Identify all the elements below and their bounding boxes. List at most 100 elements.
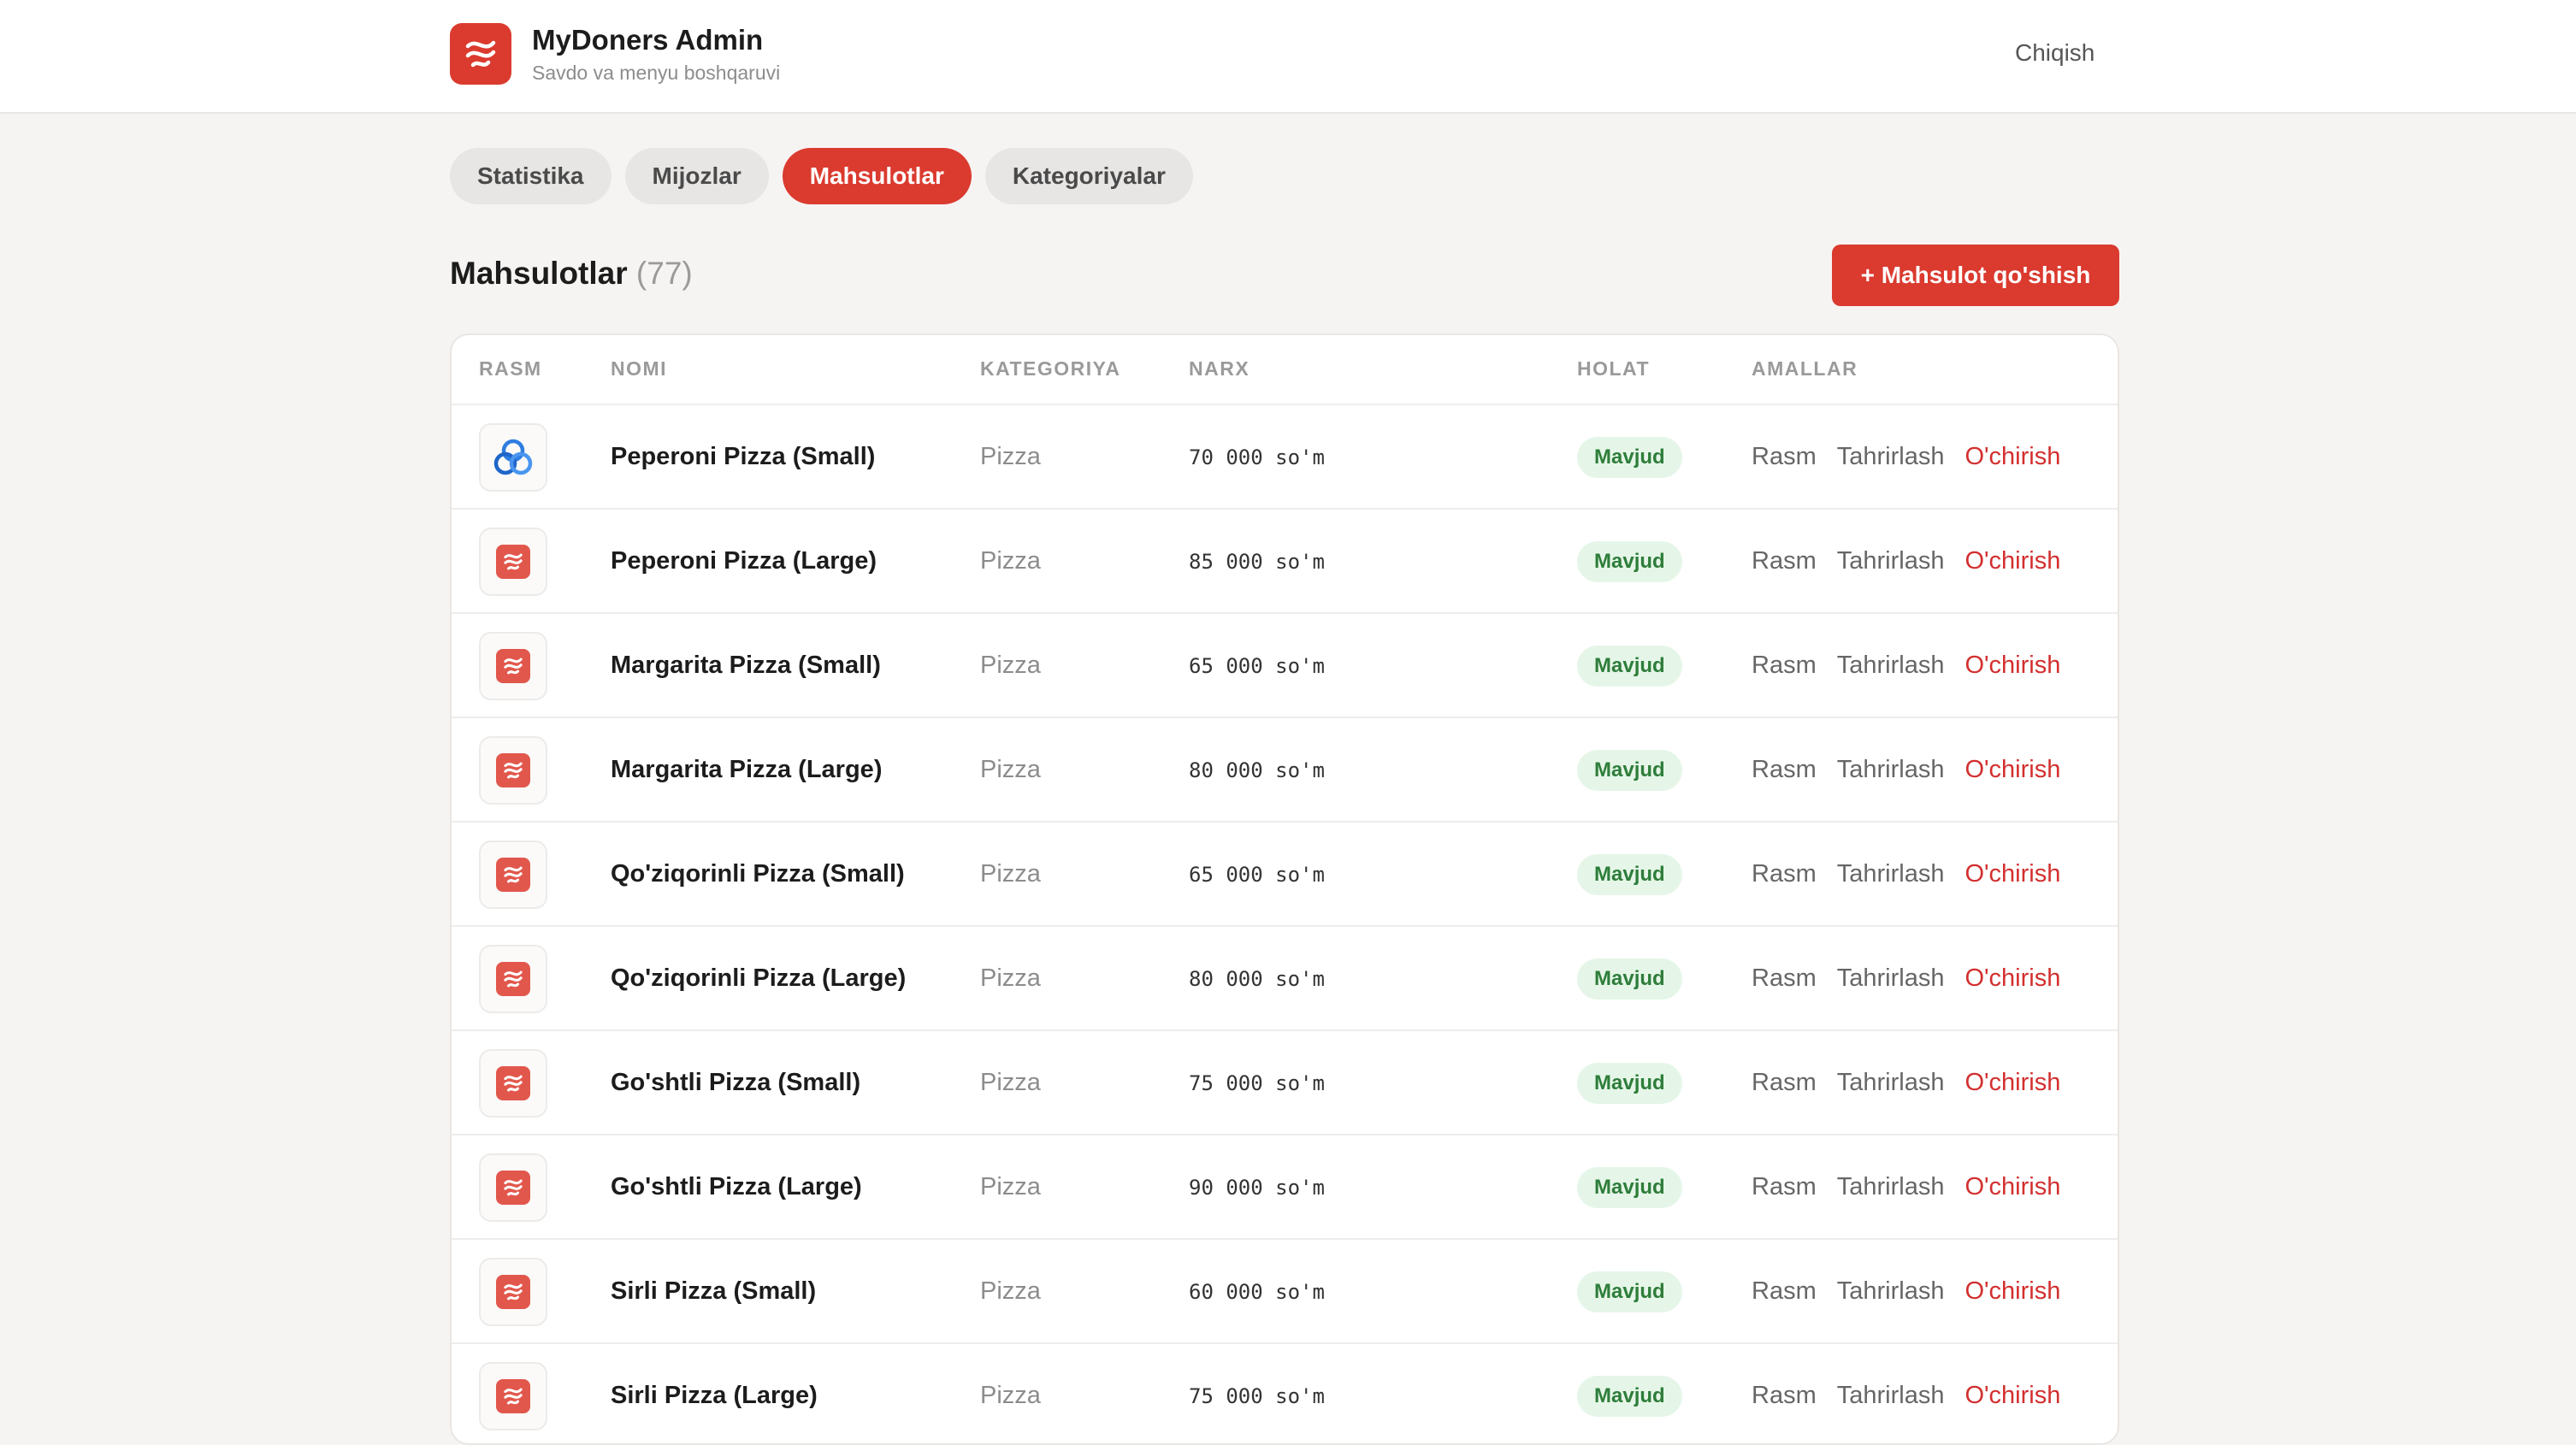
- delete-action-link[interactable]: O'chirish: [1964, 756, 2060, 784]
- status-badge: Mavjud: [1577, 854, 1682, 895]
- tab-mahsulotlar[interactable]: Mahsulotlar: [782, 148, 972, 204]
- product-price: 70 000 so'm: [1189, 445, 1325, 469]
- image-action-link[interactable]: Rasm: [1752, 1173, 1817, 1201]
- column-header-price: NARX: [1189, 357, 1250, 380]
- row-actions: Rasm Tahrirlash O'chirish: [1752, 547, 2060, 575]
- status-badge: Mavjud: [1577, 1167, 1682, 1208]
- product-name: Go'shtli Pizza (Small): [611, 1069, 861, 1096]
- status-badge: Mavjud: [1577, 958, 1682, 1000]
- product-price: 65 000 so'm: [1189, 654, 1325, 678]
- table-row: Sirli Pizza (Large) Pizza 75 000 so'm Mavju…: [452, 1344, 2118, 1443]
- row-actions: Rasm Tahrirlash O'chirish: [1752, 1382, 2060, 1410]
- table-row: Sirli Pizza (Small) Pizza 60 000 so'm Mavju…: [452, 1240, 2118, 1344]
- delete-action-link[interactable]: O'chirish: [1964, 1382, 2060, 1410]
- edit-action-link[interactable]: Tahrirlash: [1837, 964, 1945, 993]
- image-action-link[interactable]: Rasm: [1752, 964, 1817, 993]
- image-action-link[interactable]: Rasm: [1752, 652, 1817, 680]
- product-price: 60 000 so'm: [1189, 1280, 1325, 1304]
- row-actions: Rasm Tahrirlash O'chirish: [1752, 756, 2060, 784]
- delete-action-link[interactable]: O'chirish: [1964, 652, 2060, 680]
- image-action-link[interactable]: Rasm: [1752, 860, 1817, 888]
- delete-action-link[interactable]: O'chirish: [1964, 1173, 2060, 1201]
- page-title: Mahsulotlar (77): [450, 256, 693, 292]
- row-actions: Rasm Tahrirlash O'chirish: [1752, 860, 2060, 888]
- delete-action-link[interactable]: O'chirish: [1964, 1069, 2060, 1097]
- product-name: Go'shtli Pizza (Large): [611, 1173, 862, 1200]
- edit-action-link[interactable]: Tahrirlash: [1837, 1173, 1945, 1201]
- product-name: Sirli Pizza (Large): [611, 1382, 818, 1409]
- delete-action-link[interactable]: O'chirish: [1964, 860, 2060, 888]
- table-row: Peperoni Pizza (Small) Pizza 70 000 so'm Ma…: [452, 405, 2118, 510]
- edit-action-link[interactable]: Tahrirlash: [1837, 1382, 1945, 1410]
- table-row: Qo'ziqorinli Pizza (Small) Pizza 65 000 so…: [452, 823, 2118, 927]
- edit-action-link[interactable]: Tahrirlash: [1837, 443, 1945, 471]
- logout-link[interactable]: Chiqish: [2015, 39, 2094, 67]
- column-header-category: KATEGORIYA: [980, 357, 1121, 380]
- delete-action-link[interactable]: O'chirish: [1964, 443, 2060, 471]
- product-count: (77): [635, 256, 693, 291]
- edit-action-link[interactable]: Tahrirlash: [1837, 1069, 1945, 1097]
- top-bar: MyDoners Admin Savdo va menyu boshqaruvi…: [0, 0, 2576, 114]
- status-badge: Mavjud: [1577, 1271, 1682, 1312]
- delete-action-link[interactable]: O'chirish: [1964, 547, 2060, 575]
- status-badge: Mavjud: [1577, 1063, 1682, 1104]
- image-action-link[interactable]: Rasm: [1752, 1277, 1817, 1306]
- brand-logo-icon: [479, 1362, 547, 1430]
- tab-statistika[interactable]: Statistika: [450, 148, 612, 204]
- status-badge: Mavjud: [1577, 1376, 1682, 1417]
- column-header-status: HOLAT: [1577, 357, 1651, 380]
- tab-bar: Statistika Mijozlar Mahsulotlar Kategori…: [450, 148, 1193, 204]
- row-actions: Rasm Tahrirlash O'chirish: [1752, 1069, 2060, 1097]
- product-category: Pizza: [980, 964, 1041, 992]
- product-category: Pizza: [980, 1277, 1041, 1305]
- three-rings-icon: [479, 423, 547, 492]
- product-name: Qo'ziqorinli Pizza (Small): [611, 860, 905, 888]
- brand-logo-icon: [479, 1258, 547, 1326]
- product-category: Pizza: [980, 547, 1041, 575]
- image-action-link[interactable]: Rasm: [1752, 1069, 1817, 1097]
- edit-action-link[interactable]: Tahrirlash: [1837, 1277, 1945, 1306]
- tab-kategoriyalar[interactable]: Kategoriyalar: [984, 148, 1193, 204]
- page-title-text: Mahsulotlar: [450, 256, 628, 291]
- edit-action-link[interactable]: Tahrirlash: [1837, 652, 1945, 680]
- edit-action-link[interactable]: Tahrirlash: [1837, 547, 1945, 575]
- product-price: 80 000 so'm: [1189, 758, 1325, 782]
- status-badge: Mavjud: [1577, 541, 1682, 582]
- product-name: Peperoni Pizza (Small): [611, 443, 876, 470]
- brand-logo-icon: [479, 528, 547, 596]
- product-name: Sirli Pizza (Small): [611, 1277, 817, 1305]
- table-row: Go'shtli Pizza (Large) Pizza 90 000 so'm Ma…: [452, 1135, 2118, 1240]
- status-badge: Mavjud: [1577, 646, 1682, 687]
- edit-action-link[interactable]: Tahrirlash: [1837, 756, 1945, 784]
- product-name: Qo'ziqorinli Pizza (Large): [611, 964, 907, 992]
- table-row: Peperoni Pizza (Large) Pizza 85 000 so'm Ma…: [452, 510, 2118, 614]
- product-price: 75 000 so'm: [1189, 1071, 1325, 1095]
- product-price: 65 000 so'm: [1189, 863, 1325, 887]
- delete-action-link[interactable]: O'chirish: [1964, 964, 2060, 993]
- delete-action-link[interactable]: O'chirish: [1964, 1277, 2060, 1306]
- tab-mijozlar[interactable]: Mijozlar: [624, 148, 769, 204]
- status-badge: Mavjud: [1577, 437, 1682, 478]
- app-subtitle: Savdo va menyu boshqaruvi: [532, 62, 781, 84]
- product-name: Margarita Pizza (Small): [611, 652, 881, 679]
- row-actions: Rasm Tahrirlash O'chirish: [1752, 1277, 2060, 1306]
- product-category: Pizza: [980, 1382, 1041, 1409]
- image-action-link[interactable]: Rasm: [1752, 1382, 1817, 1410]
- row-actions: Rasm Tahrirlash O'chirish: [1752, 1173, 2060, 1201]
- image-action-link[interactable]: Rasm: [1752, 547, 1817, 575]
- product-price: 85 000 so'm: [1189, 550, 1325, 574]
- table-row: Qo'ziqorinli Pizza (Large) Pizza 80 000 so…: [452, 927, 2118, 1031]
- brand-logo-icon: [479, 632, 547, 700]
- image-action-link[interactable]: Rasm: [1752, 443, 1817, 471]
- edit-action-link[interactable]: Tahrirlash: [1837, 860, 1945, 888]
- product-category: Pizza: [980, 860, 1041, 888]
- brand-logo-icon: [479, 736, 547, 805]
- product-category: Pizza: [980, 1173, 1041, 1200]
- table-header: RASM NOMI KATEGORIYA NARX HOLAT AMALLAR: [452, 335, 2118, 405]
- row-actions: Rasm Tahrirlash O'chirish: [1752, 652, 2060, 680]
- image-action-link[interactable]: Rasm: [1752, 756, 1817, 784]
- product-name: Margarita Pizza (Large): [611, 756, 883, 783]
- row-actions: Rasm Tahrirlash O'chirish: [1752, 443, 2060, 471]
- add-product-button[interactable]: + Mahsulot qo'shish: [1832, 245, 2119, 306]
- product-price: 80 000 so'm: [1189, 967, 1325, 991]
